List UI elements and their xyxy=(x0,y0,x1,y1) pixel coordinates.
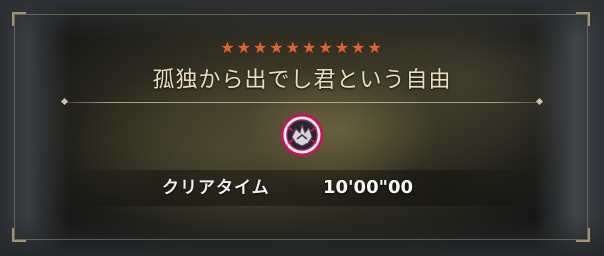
clear-time-label: クリアタイム xyxy=(162,178,270,198)
clear-time-value: 10'00"00 xyxy=(323,177,414,198)
frame-corner-bottom-left xyxy=(12,228,26,242)
frame-corner-top-left xyxy=(12,12,26,26)
quest-rank-stars: ★★★★★★★★★★ xyxy=(220,38,384,57)
monster-crest-icon xyxy=(280,113,324,157)
frame-corner-bottom-right xyxy=(576,228,590,242)
title-divider xyxy=(62,102,542,103)
clear-time-band xyxy=(60,170,544,206)
quest-title: 孤独から出でし君という自由 xyxy=(152,68,452,93)
frame-corner-top-right xyxy=(576,12,590,26)
